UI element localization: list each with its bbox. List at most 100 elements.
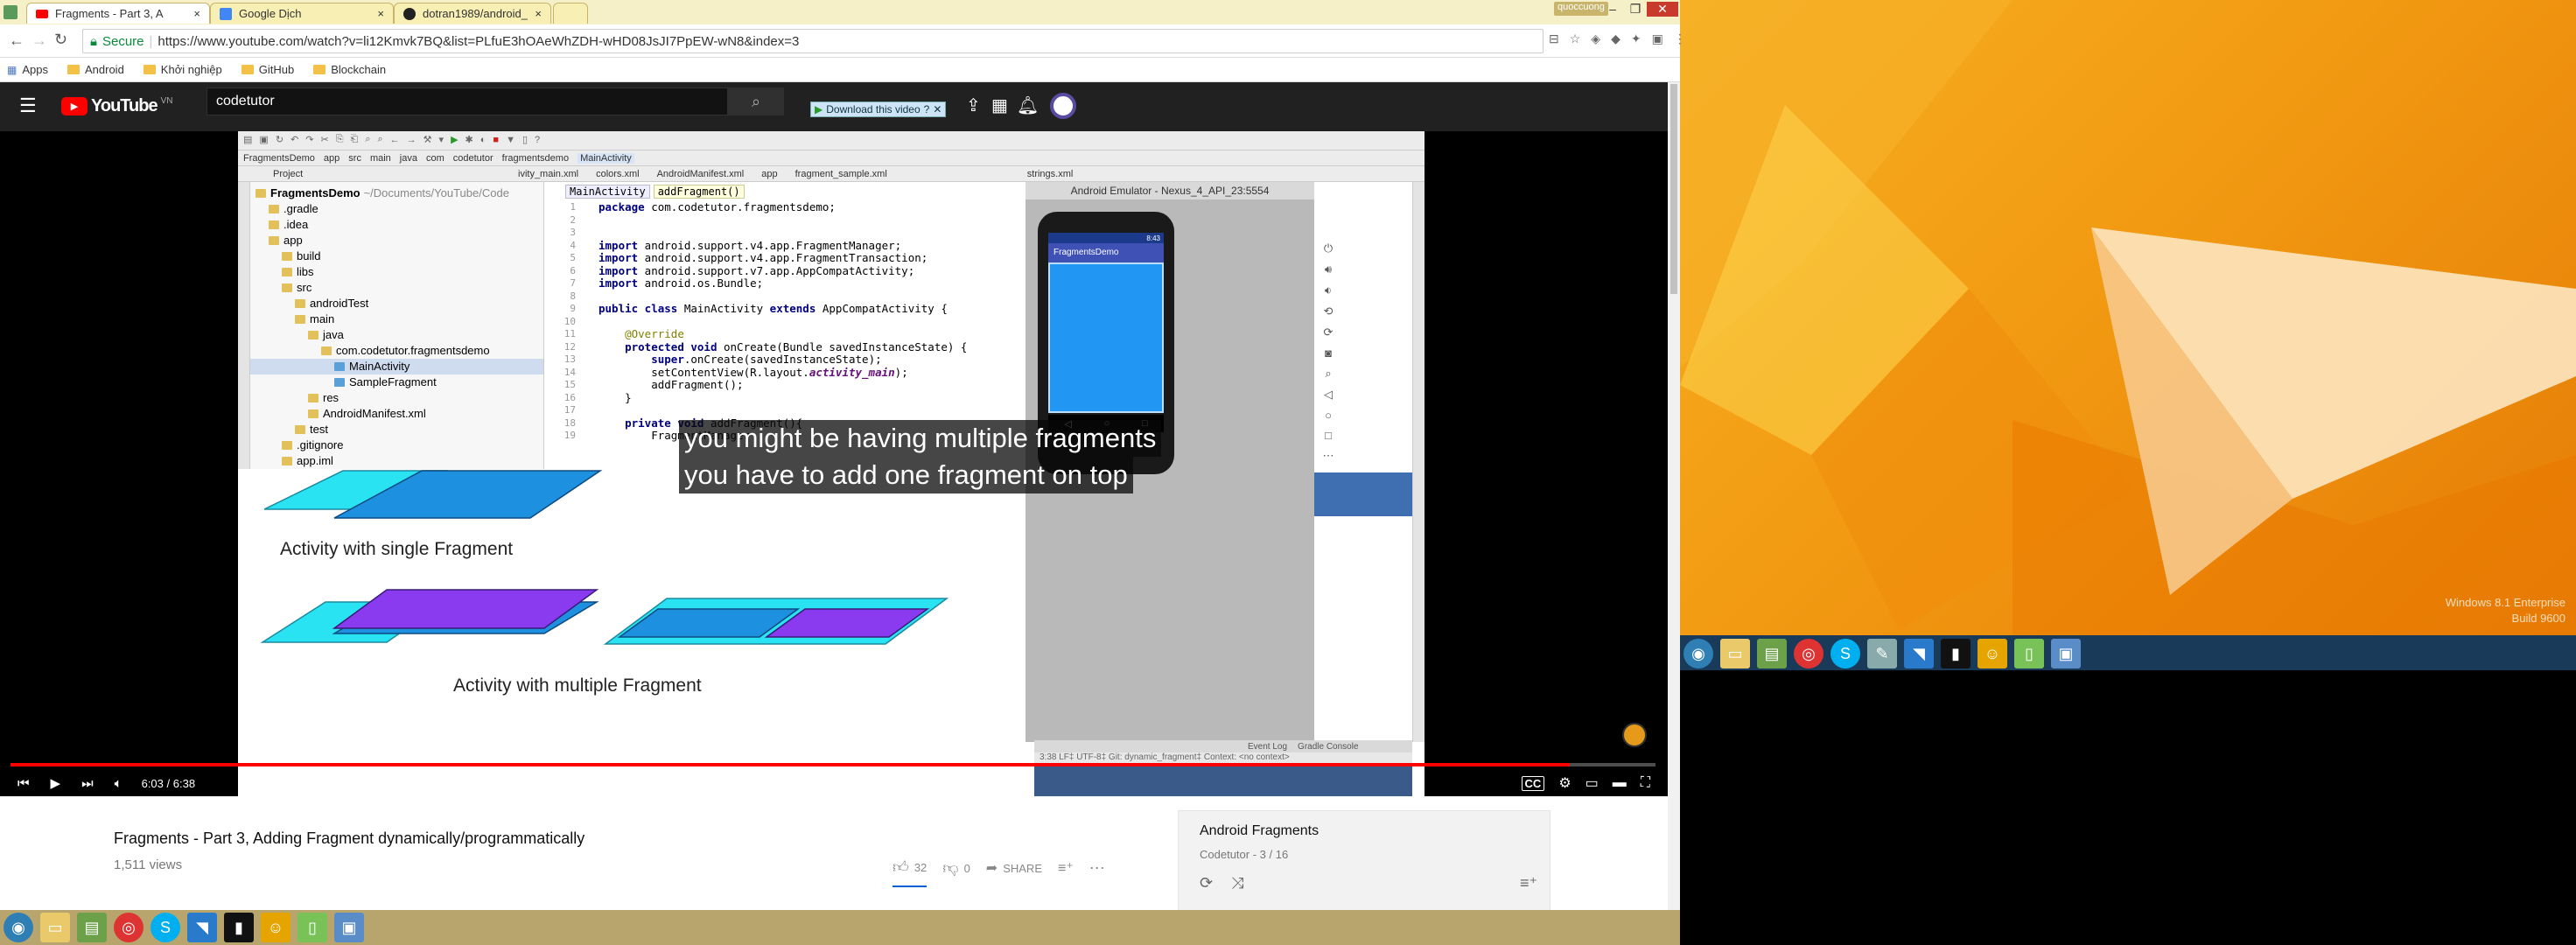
cut-icon[interactable]: ✂ <box>320 134 328 145</box>
skype-icon[interactable]: S <box>1830 639 1860 668</box>
clock[interactable]: 10:51 AM 11/03/2018 <box>2515 914 2562 941</box>
shuffle-icon[interactable]: ⤨ <box>1231 874 1243 892</box>
sync-icon[interactable]: ↻ <box>276 134 284 145</box>
more-actions-icon[interactable]: ⋯ <box>1089 859 1105 886</box>
forward-nav-icon[interactable]: → <box>407 135 416 145</box>
paste-icon[interactable]: ⎗ <box>351 134 359 145</box>
editor-tab[interactable]: colors.xml <box>596 169 640 179</box>
overview-icon[interactable]: □ <box>1325 429 1332 442</box>
tree-row[interactable]: .gitignore <box>250 438 543 453</box>
picture-icon[interactable]: ▣ <box>334 913 364 942</box>
close-icon[interactable]: ✕ <box>933 103 942 116</box>
run-icon[interactable]: ▶ <box>451 134 458 145</box>
vscode-icon[interactable]: ◥ <box>187 913 217 942</box>
tab-google-translate[interactable]: Google Dịch × <box>210 3 394 24</box>
android-icon[interactable]: ▯ <box>298 913 327 942</box>
editor-tab[interactable]: AndroidManifest.xml <box>657 169 745 179</box>
stop-icon[interactable]: ■ <box>493 135 499 145</box>
add-to-playlist-icon[interactable]: ≡⁺ <box>1058 859 1074 886</box>
upload-icon[interactable]: ⇪ <box>966 94 981 116</box>
tree-row[interactable]: src <box>250 280 543 296</box>
tree-row[interactable]: androidTest <box>250 296 543 312</box>
bookmark-android[interactable]: Android <box>66 63 124 76</box>
camera-icon[interactable]: ◙ <box>1325 346 1332 360</box>
debug-icon[interactable]: ✱ <box>466 134 473 145</box>
scrollbar-thumb[interactable] <box>1670 84 1677 294</box>
sdk-icon[interactable]: ▼ <box>506 135 515 145</box>
chrome-icon[interactable]: ◎ <box>1794 639 1824 668</box>
theater-icon[interactable]: ▬ <box>1613 775 1627 791</box>
tree-row[interactable]: MainActivity <box>250 359 543 374</box>
bookmark-khoi-nghiep[interactable]: Khởi nghiệp <box>143 63 222 76</box>
zoom-icon[interactable]: ⌕ <box>1325 367 1331 381</box>
translate-icon[interactable]: ⊟ <box>1549 32 1559 46</box>
playlist-title[interactable]: Android Fragments <box>1200 823 1319 839</box>
undo-icon[interactable]: ↶ <box>290 134 298 145</box>
close-tab-icon[interactable]: × <box>535 7 542 20</box>
miniplayer-icon[interactable]: ▭ <box>1586 774 1599 792</box>
copy-icon[interactable]: ⎘ <box>336 134 344 145</box>
hamburger-menu-icon[interactable]: ☰ <box>19 94 37 117</box>
app-icon[interactable]: ▤ <box>1757 639 1787 668</box>
explorer-icon[interactable]: ▭ <box>40 913 70 942</box>
more-icon[interactable]: ⋯ <box>1323 449 1334 463</box>
extension3-icon[interactable]: ✦ <box>1631 32 1642 46</box>
editor-tab[interactable]: app <box>761 169 777 179</box>
redo-icon[interactable]: ↷ <box>305 134 313 145</box>
skype-icon[interactable]: S <box>150 913 180 942</box>
fullscreen-icon[interactable]: ⛶ <box>1641 775 1650 791</box>
volume-tray-icon[interactable]: 🔈︎ <box>2449 922 2455 934</box>
tree-row[interactable]: java <box>250 327 543 343</box>
app2-icon[interactable]: ☺ <box>261 913 290 942</box>
volume-down-icon[interactable]: 🔉︎ <box>1325 284 1332 298</box>
build-icon[interactable]: ⚒ <box>424 134 432 145</box>
help-ide-icon[interactable]: ? <box>535 135 540 145</box>
tab-github[interactable]: dotran1989/android_co × <box>394 3 551 24</box>
keyboard-icon[interactable]: ⌨ <box>2488 922 2502 934</box>
download-video-button[interactable]: ▶ Download this video ? ✕ <box>810 102 947 117</box>
back-icon[interactable]: ← <box>9 32 24 50</box>
reload-icon[interactable]: ↻ <box>54 31 67 49</box>
tree-row[interactable]: com.codetutor.fragmentsdemo <box>250 343 543 359</box>
close-tab-icon[interactable]: × <box>377 7 384 20</box>
chrome-icon[interactable]: ◎ <box>114 913 144 942</box>
close-window-icon[interactable]: ✕ <box>1647 1 1678 17</box>
search-input[interactable]: codetutor <box>206 88 728 116</box>
minimize-icon[interactable]: – <box>1601 2 1624 16</box>
replace-icon[interactable]: ⌕ <box>377 134 382 145</box>
progress-bar[interactable] <box>10 763 1656 766</box>
find-icon[interactable]: ⌕ <box>365 134 370 145</box>
open-icon[interactable]: ▤ <box>243 134 252 145</box>
power-icon[interactable]: ⏻ <box>1324 242 1333 256</box>
explorer-icon[interactable]: ▭ <box>1720 639 1750 668</box>
tree-row[interactable]: libs <box>250 264 543 280</box>
profile-icon[interactable]: ◐ <box>480 135 486 145</box>
extension4-icon[interactable]: ▣ <box>1652 32 1663 46</box>
android-icon[interactable]: ▯ <box>2014 639 2044 668</box>
sheets-icon[interactable] <box>4 5 18 19</box>
start-orb-icon[interactable]: ◉ <box>1684 639 1713 668</box>
extension2-icon[interactable]: ◆ <box>1611 32 1620 46</box>
previous-icon[interactable]: ⏮ <box>18 776 30 791</box>
volume-up-icon[interactable]: 🔊︎ <box>1325 262 1332 276</box>
help-icon[interactable]: ? <box>924 103 930 116</box>
dislike-button[interactable]: 👎︎ 0 <box>942 858 970 886</box>
share-button[interactable]: ➦ SHARE <box>986 859 1042 886</box>
tree-row[interactable]: FragmentsDemo ~/Documents/YouTube/Code <box>250 186 543 201</box>
run-config-icon[interactable]: ▾ <box>439 134 444 145</box>
bookmark-github[interactable]: GitHub <box>241 63 294 76</box>
apps-icon[interactable]: ▦ <box>991 94 1008 116</box>
youtube-logo[interactable]: ▶ YouTube VN <box>61 96 172 116</box>
gradle-console-tab[interactable]: Gradle Console <box>1298 742 1358 752</box>
editor-tab[interactable]: fragment_sample.xml <box>795 169 887 179</box>
tree-row[interactable]: .idea <box>250 217 543 233</box>
tree-row[interactable]: app <box>250 233 543 248</box>
close-tab-icon[interactable]: × <box>193 7 200 20</box>
editor-tab[interactable]: strings.xml <box>1027 169 1074 179</box>
next-icon[interactable]: ⏭ <box>81 776 94 791</box>
extension-icon[interactable]: ◈ <box>1591 32 1600 46</box>
home-icon[interactable]: ○ <box>1325 409 1332 422</box>
tab-youtube[interactable]: Fragments - Part 3, A × <box>26 3 210 24</box>
avatar[interactable] <box>1050 93 1076 119</box>
tree-row[interactable]: AndroidManifest.xml <box>250 406 543 422</box>
